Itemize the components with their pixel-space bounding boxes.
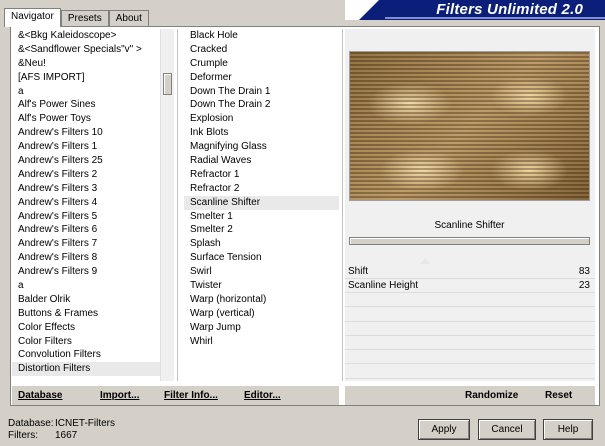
filter-item[interactable]: Cracked xyxy=(184,43,339,57)
tab-about[interactable]: About xyxy=(108,10,149,27)
category-item[interactable]: a xyxy=(12,85,160,99)
apply-button[interactable]: Apply xyxy=(418,419,470,440)
filter-info-link[interactable]: Filter Info... xyxy=(164,390,218,401)
category-item[interactable]: [AFS IMPORT] xyxy=(12,71,160,85)
parameter-name: Scanline Height xyxy=(348,280,419,291)
param-marker-icon xyxy=(420,258,430,264)
parameter-row-empty xyxy=(345,350,595,365)
category-item[interactable]: Andrew's Filters 9 xyxy=(12,265,160,279)
database-label: Database: xyxy=(8,418,54,429)
category-scrollbar[interactable] xyxy=(160,29,174,381)
filter-item[interactable]: Crumple xyxy=(184,57,339,71)
category-item[interactable]: Andrew's Filters 6 xyxy=(12,223,160,237)
parameter-row[interactable]: Shift 83 xyxy=(345,265,595,279)
filter-list[interactable]: Black Hole Cracked Crumple Deformer Down The… xyxy=(184,29,339,381)
category-item[interactable]: Andrew's Filters 1 xyxy=(12,140,160,154)
category-item[interactable]: &<Sandflower Specials"v" > xyxy=(12,43,160,57)
filter-item[interactable]: Surface Tension xyxy=(184,251,339,265)
filter-item[interactable]: Magnifying Glass xyxy=(184,140,339,154)
parameter-row-empty xyxy=(345,322,595,336)
filter-item[interactable]: Down The Drain 1 xyxy=(184,85,339,99)
preview-image xyxy=(349,51,590,201)
help-button[interactable]: Help xyxy=(543,419,593,440)
category-item[interactable]: Andrew's Filters 4 xyxy=(12,196,160,210)
category-item[interactable]: Distortion Filters xyxy=(12,362,160,377)
parameter-toolbar: Randomize Reset xyxy=(345,385,595,405)
cancel-button[interactable]: Cancel xyxy=(478,419,536,440)
scrollbar-thumb[interactable] xyxy=(163,73,172,95)
parameter-name: Shift xyxy=(348,266,369,277)
filter-item[interactable]: Scanline Shifter xyxy=(184,195,339,210)
category-item[interactable]: Andrew's Filters 5 xyxy=(12,210,160,224)
filter-item[interactable]: Warp (vertical) xyxy=(184,307,339,321)
parameter-value: 23 xyxy=(578,280,590,291)
parameter-value: 83 xyxy=(578,266,590,277)
category-list[interactable]: &<Bkg Kaleidoscope> &<Sandflower Specials… xyxy=(12,29,160,381)
category-item[interactable]: &Neu! xyxy=(12,57,160,71)
tab-strip: Navigator Presets About xyxy=(4,8,149,27)
tab-navigator[interactable]: Navigator xyxy=(4,8,61,27)
category-item[interactable]: Color Filters xyxy=(12,335,160,349)
navigator-toolbar: Database Import... Filter Info... Editor… xyxy=(12,385,339,405)
category-item[interactable]: Andrew's Filters 3 xyxy=(12,182,160,196)
database-value: ICNET-Filters xyxy=(55,418,115,429)
category-item[interactable]: Alf's Power Sines xyxy=(12,98,160,112)
category-item[interactable]: &<Bkg Kaleidoscope> xyxy=(12,29,160,43)
tab-presets[interactable]: Presets xyxy=(60,10,109,27)
title-banner: Filters Unlimited 2.0 xyxy=(345,0,605,20)
filter-item[interactable]: Warp Jump xyxy=(184,321,339,335)
list-divider xyxy=(342,29,343,381)
filter-item[interactable]: Radial Waves xyxy=(184,154,339,168)
filter-item[interactable]: Splash xyxy=(184,237,339,251)
parameter-row-empty xyxy=(345,364,595,379)
filter-item[interactable]: Down The Drain 2 xyxy=(184,98,339,112)
filter-item[interactable]: Swirl xyxy=(184,265,339,279)
filter-name: Scanline Shifter xyxy=(434,220,505,231)
randomize-button[interactable]: Randomize xyxy=(465,390,518,401)
category-item[interactable]: a xyxy=(12,279,160,293)
filter-item[interactable]: Smelter 1 xyxy=(184,210,339,224)
banner-title: Filters Unlimited 2.0 xyxy=(436,1,583,18)
filter-item[interactable]: Deformer xyxy=(184,71,339,85)
list-divider xyxy=(177,29,178,381)
category-item[interactable]: Andrew's Filters 25 xyxy=(12,154,160,168)
editor-link[interactable]: Editor... xyxy=(244,390,281,401)
filter-item[interactable]: Refractor 1 xyxy=(184,168,339,182)
category-item[interactable]: Andrew's Filters 10 xyxy=(12,126,160,140)
filters-label: Filters: xyxy=(8,430,38,441)
database-link[interactable]: Database xyxy=(18,390,62,401)
filter-item[interactable]: Twister xyxy=(184,279,339,293)
filter-item[interactable]: Refractor 2 xyxy=(184,182,339,196)
category-item[interactable]: Alf's Power Toys xyxy=(12,112,160,126)
progress-bar xyxy=(349,237,590,245)
parameter-row[interactable]: Scanline Height 23 xyxy=(345,279,595,293)
parameter-list: Shift 83 Scanline Height 23 xyxy=(345,265,595,379)
category-item[interactable]: Andrew's Filters 8 xyxy=(12,251,160,265)
filter-item[interactable]: Warp (horizontal) xyxy=(184,293,339,307)
parameter-row-empty xyxy=(345,307,595,322)
banner-underline xyxy=(385,17,605,19)
category-item[interactable]: Andrew's Filters 2 xyxy=(12,168,160,182)
filter-item[interactable]: Ink Blots xyxy=(184,126,339,140)
filter-item[interactable]: Whirl xyxy=(184,335,339,349)
parameter-row-empty xyxy=(345,293,595,308)
category-item[interactable]: Convolution Filters xyxy=(12,348,160,362)
database-info: Database: ICNET-Filters Filters: 1667 xyxy=(8,418,115,442)
category-item[interactable]: Color Effects xyxy=(12,321,160,335)
filter-item[interactable]: Black Hole xyxy=(184,29,339,43)
import-link[interactable]: Import... xyxy=(100,390,139,401)
filters-count: 1667 xyxy=(55,430,78,441)
filter-item[interactable]: Explosion xyxy=(184,112,339,126)
category-item[interactable]: Buttons & Frames xyxy=(12,307,160,321)
category-item[interactable]: Balder Olrik xyxy=(12,293,160,307)
banner-stripe xyxy=(345,0,379,20)
reset-button[interactable]: Reset xyxy=(545,390,572,401)
category-item[interactable]: Andrew's Filters 7 xyxy=(12,237,160,251)
filter-item[interactable]: Smelter 2 xyxy=(184,223,339,237)
parameter-row-empty xyxy=(345,336,595,351)
